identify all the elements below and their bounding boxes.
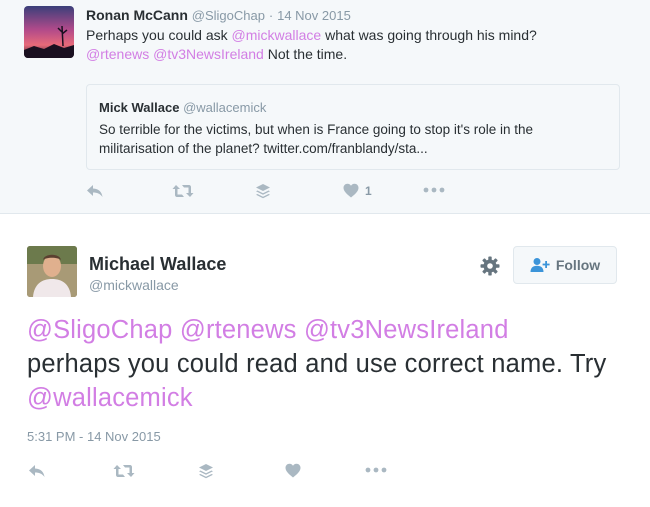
- follow-button[interactable]: Follow: [513, 246, 617, 284]
- reply-icon: [87, 185, 103, 197]
- reply-text-part: Perhaps you could ask: [86, 27, 232, 43]
- mention-link[interactable]: @mickwallace: [232, 27, 322, 43]
- more-icon: [365, 467, 387, 473]
- quoted-text: So terrible for the victims, but when is…: [99, 122, 534, 156]
- quoted-author-handle: @wallacemick: [183, 100, 267, 115]
- reply-text-part: Not the time.: [263, 46, 348, 62]
- retweet-icon: [113, 465, 135, 477]
- mention-link[interactable]: @tv3NewsIreland: [153, 46, 264, 62]
- reply-button[interactable]: [28, 463, 46, 479]
- tweet-text: @SligoChap @rtenews @tv3NewsIreland perha…: [27, 313, 627, 415]
- follow-person-icon: [530, 258, 550, 272]
- like-icon: [343, 183, 359, 198]
- mention-link[interactable]: @tv3NewsIreland: [304, 316, 509, 344]
- like-count: 1: [365, 183, 372, 198]
- reply-text-part: what was going through his mind?: [321, 27, 537, 43]
- reply-button[interactable]: [86, 183, 104, 199]
- quoted-tweet[interactable]: Mick Wallace @wallacemick So terrible fo…: [86, 84, 620, 170]
- author-handle[interactable]: @mickwallace: [89, 277, 179, 293]
- like-button[interactable]: [285, 463, 301, 478]
- buffer-button[interactable]: [198, 463, 214, 479]
- retweet-button[interactable]: [113, 463, 135, 479]
- retweet-icon: [172, 185, 194, 197]
- reply-text: Perhaps you could ask @mickwallace what …: [86, 26, 626, 64]
- buffer-icon: [199, 464, 213, 479]
- author-avatar[interactable]: [27, 246, 77, 297]
- mention-link[interactable]: @wallacemick: [27, 384, 193, 412]
- quoted-author-name: Mick Wallace: [99, 100, 180, 115]
- quoted-header: Mick Wallace @wallacemick: [99, 100, 266, 115]
- more-button[interactable]: [423, 187, 445, 193]
- like-icon: [285, 463, 301, 478]
- more-icon: [423, 187, 445, 193]
- reply-tweet[interactable]: Ronan McCann @SligoChap · 14 Nov 2015 Pe…: [0, 0, 650, 214]
- reply-separator: ·: [268, 8, 274, 23]
- buffer-button[interactable]: [255, 183, 271, 199]
- reply-date[interactable]: 14 Nov 2015: [277, 8, 351, 23]
- mention-link[interactable]: @rtenews: [180, 316, 297, 344]
- reply-avatar[interactable]: [24, 6, 74, 58]
- reply-author-name[interactable]: Ronan McCann: [86, 7, 188, 23]
- retweet-button[interactable]: [172, 183, 194, 199]
- author-name[interactable]: Michael Wallace: [89, 254, 226, 275]
- reply-icon: [29, 465, 45, 477]
- main-tweet: Michael Wallace @mickwallace Follow @Sli…: [0, 215, 650, 507]
- tweet-timestamp[interactable]: 5:31 PM - 14 Nov 2015: [27, 429, 161, 444]
- settings-button[interactable]: [479, 255, 501, 277]
- mention-link[interactable]: @rtenews: [86, 46, 149, 62]
- tweet-text-part: perhaps you could read and use correct n…: [27, 350, 607, 378]
- mention-link[interactable]: @SligoChap: [27, 316, 173, 344]
- gear-icon: [480, 256, 500, 276]
- follow-label: Follow: [555, 257, 601, 273]
- more-button[interactable]: [365, 467, 387, 473]
- reply-author-handle[interactable]: @SligoChap: [192, 8, 265, 23]
- buffer-icon: [256, 184, 270, 199]
- like-button[interactable]: 1: [343, 183, 372, 198]
- reply-header: Ronan McCann @SligoChap · 14 Nov 2015: [86, 7, 351, 23]
